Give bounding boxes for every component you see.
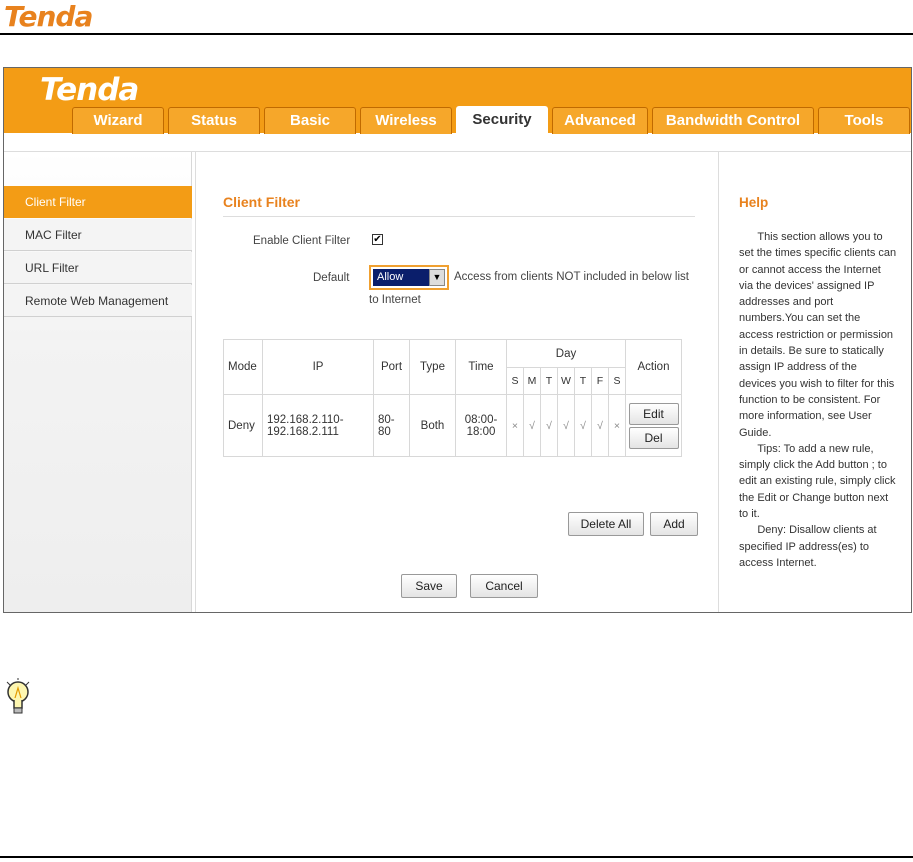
tab-bandwidth-control[interactable]: Bandwidth Control (652, 107, 814, 134)
tab-basic[interactable]: Basic (264, 107, 356, 134)
cell-action: Edit Del (625, 394, 682, 457)
add-button[interactable]: Add (650, 512, 698, 536)
enable-client-filter-checkbox[interactable]: ✔ (372, 234, 383, 245)
tab-status[interactable]: Status (168, 107, 260, 134)
day-header-sat: S (608, 367, 626, 395)
day-header-wed: W (557, 367, 575, 395)
router-screenshot-frame: Tenda Wizard Status Basic Wireless Secur… (3, 67, 912, 613)
tab-security[interactable]: Security (456, 106, 548, 135)
help-text: This section allows you to set the times… (739, 231, 897, 569)
col-header-type: Type (409, 339, 456, 395)
col-header-time: Time (455, 339, 507, 395)
day-header-tue: T (540, 367, 558, 395)
default-label: Default (313, 272, 350, 284)
day-header-fri: F (591, 367, 609, 395)
edit-button[interactable]: Edit (628, 402, 679, 425)
chevron-down-icon[interactable]: ▼ (429, 269, 445, 286)
filter-rules-table: Mode IP Port Type Time Day Action S M T … (223, 339, 682, 457)
cell-day-mon: √ (523, 394, 541, 457)
help-panel: Help This section allows you to set the … (720, 152, 911, 612)
help-title: Help (739, 195, 769, 210)
cell-port: 80- 80 (373, 394, 410, 457)
cell-day-sun: × (506, 394, 524, 457)
col-header-action: Action (625, 339, 682, 395)
cell-ip-start: 192.168.2.110- (267, 413, 344, 426)
cell-time-end: 18:00 (466, 425, 496, 438)
del-button[interactable]: Del (628, 426, 679, 449)
delete-all-button[interactable]: Delete All (568, 512, 644, 536)
default-select-value: Allow ▼ (373, 269, 445, 286)
cell-day-sat: × (608, 394, 626, 457)
cell-port-start: 80- (378, 413, 395, 426)
cell-port-end: 80 (378, 425, 391, 438)
cell-type: Both (409, 394, 456, 457)
tab-wireless[interactable]: Wireless (360, 107, 452, 134)
save-button[interactable]: Save (401, 574, 457, 598)
cell-time-start: 08:00- (464, 413, 498, 426)
table-row: Deny 192.168.2.110- 192.168.2.111 80- 80… (223, 394, 682, 457)
cell-day-wed: √ (557, 394, 575, 457)
default-select[interactable]: Allow ▼ (369, 265, 449, 290)
cell-day-fri: √ (591, 394, 609, 457)
document-header-rule (0, 33, 913, 35)
cancel-button[interactable]: Cancel (470, 574, 538, 598)
app-logo: Tenda (40, 72, 139, 108)
cell-time: 08:00- 18:00 (455, 394, 507, 457)
title-divider (223, 216, 695, 217)
col-header-port: Port (373, 339, 410, 395)
sidebar-item-client-filter[interactable]: Client Filter (4, 186, 192, 218)
page-title: Client Filter (223, 194, 301, 210)
cell-day-thu: √ (574, 394, 592, 457)
document-logo: Tenda (4, 0, 93, 33)
day-header-sun: S (506, 367, 524, 395)
sidebar-item-remote-web-management[interactable]: Remote Web Management (4, 285, 192, 317)
cell-ip: 192.168.2.110- 192.168.2.111 (262, 394, 374, 457)
header-banner: Tenda Wizard Status Basic Wireless Secur… (4, 68, 911, 136)
cell-mode: Deny (223, 394, 263, 457)
lightbulb-icon (6, 678, 30, 714)
col-header-mode: Mode (223, 339, 263, 395)
tab-tools[interactable]: Tools (818, 107, 910, 134)
sidebar-item-url-filter[interactable]: URL Filter (4, 252, 192, 284)
day-header-thu: T (574, 367, 592, 395)
default-description: Access from clients NOT included in belo… (454, 271, 689, 283)
col-header-day: Day (506, 339, 626, 368)
tab-wizard[interactable]: Wizard (72, 107, 164, 134)
day-header-mon: M (523, 367, 541, 395)
subnav-strip (4, 136, 911, 152)
col-header-ip: IP (262, 339, 374, 395)
sidebar: Client Filter MAC Filter URL Filter Remo… (4, 152, 192, 612)
enable-client-filter-label: Enable Client Filter (253, 235, 351, 247)
default-description-cont: to Internet (369, 294, 421, 306)
document-footer-rule (0, 856, 913, 858)
sidebar-item-mac-filter[interactable]: MAC Filter (4, 219, 192, 251)
tab-advanced[interactable]: Advanced (552, 107, 648, 134)
cell-day-tue: √ (540, 394, 558, 457)
cell-ip-end: 192.168.2.111 (267, 425, 339, 438)
main-content: Client Filter Enable Client Filter ✔ Def… (195, 152, 719, 612)
